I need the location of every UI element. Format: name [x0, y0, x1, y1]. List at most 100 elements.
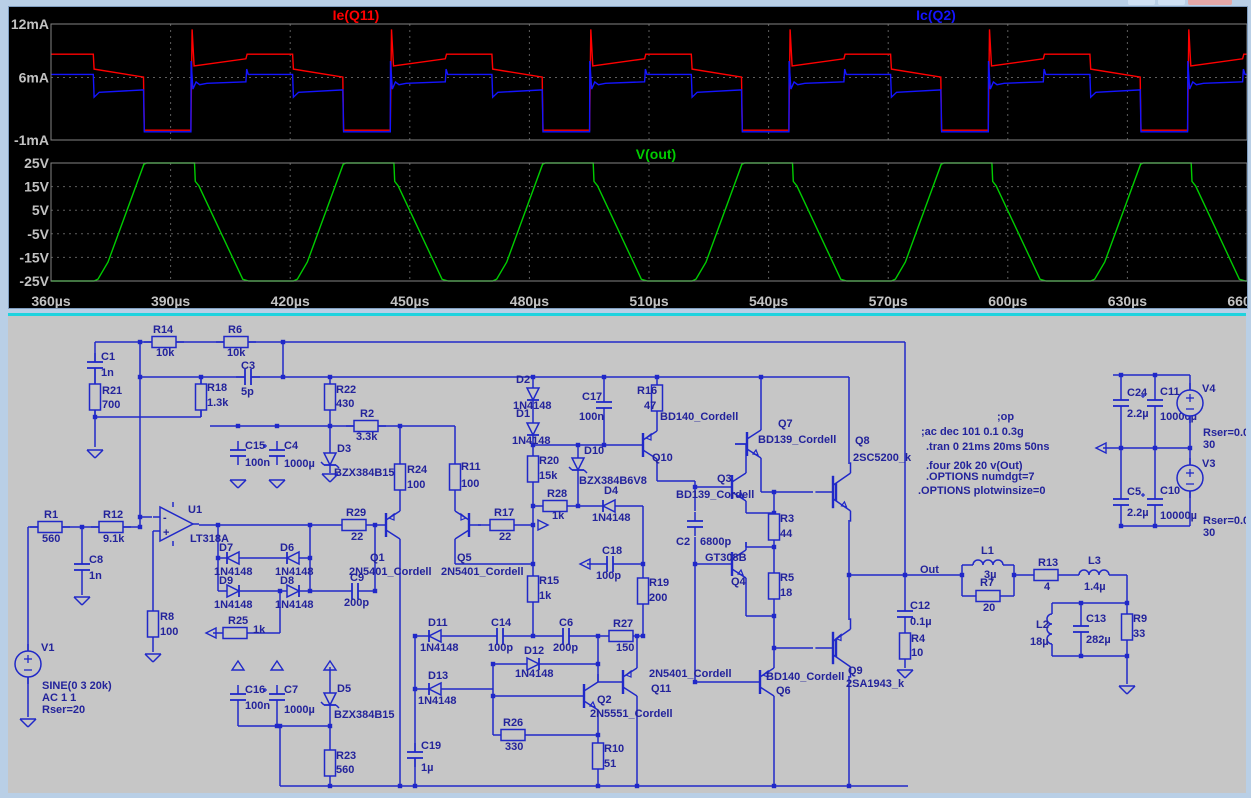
- component-R14[interactable]: R14 10k: [144, 324, 184, 359]
- component-R23[interactable]: R23560: [323, 743, 357, 783]
- schematic-text[interactable]: ;ac dec 101 0.1 0.3g: [921, 426, 1024, 438]
- component-ground-symbol[interactable]: [1118, 685, 1136, 695]
- component-R28[interactable]: R28 1k: [535, 488, 575, 522]
- waveform-plot[interactable]: 12mA 6mA -1mA Ie(Q11) Ic(Q2) 25V 15V 5V -5V -15V -…: [9, 7, 1251, 309]
- schematic-text[interactable]: AC 1 1: [42, 692, 76, 704]
- schematic-text[interactable]: ;op: [997, 411, 1014, 423]
- schematic-text[interactable]: SINE(0 3 20k): [42, 680, 112, 692]
- component-C16[interactable]: C16 100n: [229, 684, 270, 712]
- component-C19[interactable]: C19 1µ: [406, 740, 441, 774]
- schematic-text[interactable]: .OPTIONS numdgt=7: [926, 471, 1034, 483]
- component-D12[interactable]: D12 1N4148: [515, 645, 554, 680]
- component-port-arrow-icon[interactable]: [230, 659, 246, 671]
- schematic-text[interactable]: 30: [1203, 527, 1215, 539]
- component-C7[interactable]: C7 1000µ: [263, 684, 315, 716]
- component-D9[interactable]: D9 1N4148: [214, 575, 253, 611]
- component-R17[interactable]: R17 22: [482, 507, 522, 543]
- component-D1[interactable]: D1 1N4148: [512, 408, 551, 447]
- schematic-text[interactable]: Out: [920, 564, 939, 576]
- schematic-text[interactable]: .OPTIONS plotwinsize=0: [918, 485, 1045, 497]
- component-L3[interactable]: L3 1.4µ: [1073, 555, 1115, 593]
- waveform-window[interactable]: 12mA 6mA -1mA Ie(Q11) Ic(Q2) 25V 15V 5V -5V -15V -…: [8, 6, 1251, 309]
- component-C6[interactable]: C6 200p: [553, 617, 578, 654]
- component-D6[interactable]: D61N4148: [275, 542, 314, 578]
- component-D4[interactable]: D41N4148: [592, 485, 631, 524]
- component-Q4[interactable]: Q4 GT308B: [705, 542, 747, 588]
- component-C12[interactable]: C12 0.1µ: [896, 600, 932, 628]
- minimize-button[interactable]: [1128, 0, 1155, 5]
- component-R5[interactable]: R518: [767, 566, 795, 606]
- component-R8[interactable]: R8100: [146, 604, 179, 644]
- component-name: Q5: [457, 552, 472, 564]
- component-R9[interactable]: R933: [1120, 607, 1148, 647]
- component-D10[interactable]: D10 BZX384B6V8: [568, 445, 647, 487]
- component-R2[interactable]: R2 3.3k: [346, 408, 386, 443]
- component-port-arrow-icon[interactable]: [269, 659, 285, 671]
- component-R4[interactable]: R410: [898, 626, 926, 666]
- component-R25[interactable]: R25 1k: [215, 615, 266, 640]
- component-R26[interactable]: R26 330: [493, 717, 533, 753]
- schematic-text[interactable]: .tran 0 21ms 20ms 50ns: [926, 441, 1050, 453]
- component-value: 100: [160, 626, 178, 638]
- component-R19[interactable]: R19200: [636, 571, 670, 611]
- component-R20[interactable]: R2015k: [526, 449, 560, 489]
- component-L2[interactable]: L218µ: [1030, 608, 1053, 650]
- component-R24[interactable]: R24100: [393, 457, 429, 497]
- component-R1[interactable]: R1 560: [30, 509, 70, 545]
- component-C15[interactable]: C15 100n: [229, 440, 270, 469]
- component-name: R6: [228, 324, 242, 336]
- component-R16[interactable]: R1647: [637, 378, 664, 418]
- component-C1[interactable]: C11n: [86, 351, 115, 379]
- component-C17[interactable]: C17 100n: [579, 391, 613, 423]
- component-value: 10000µ: [1160, 510, 1197, 522]
- component-L1[interactable]: L13µ: [967, 545, 1009, 581]
- component-R13[interactable]: R13 4: [1026, 557, 1066, 593]
- component-ground-symbol[interactable]: [268, 479, 286, 489]
- component-C3[interactable]: C3 5p: [236, 360, 260, 398]
- component-C4[interactable]: C4 1000µ: [263, 440, 315, 470]
- component-R29[interactable]: R29 22: [334, 507, 374, 543]
- component-ground-symbol[interactable]: [229, 479, 247, 489]
- component-name: R13: [1038, 557, 1058, 569]
- component-C13[interactable]: C13 282µ: [1072, 613, 1111, 646]
- component-port-arrow-icon[interactable]: [537, 518, 550, 532]
- component-Q10[interactable]: Q10 BD140_Cordell: [631, 411, 738, 467]
- schematic-text[interactable]: Rser=20: [42, 704, 85, 716]
- schematic-text[interactable]: 30: [1203, 439, 1215, 451]
- component-ground-symbol[interactable]: [144, 653, 162, 663]
- schematic-window[interactable]: C1 1n R21 700 R14 10k R6 10k R18 1.3k C3 5p R22 430 R2…: [8, 313, 1251, 793]
- component-R27[interactable]: R27 150: [601, 618, 641, 654]
- component-C8[interactable]: C81n: [73, 554, 103, 582]
- component-Q8[interactable]: Q8 2SC5200_k: [815, 435, 912, 522]
- component-C5[interactable]: C5 2.2µ: [1112, 486, 1149, 519]
- component-name: D12: [524, 645, 544, 657]
- component-R6[interactable]: R6 10k: [216, 324, 256, 359]
- component-R22[interactable]: R22430: [323, 377, 357, 417]
- component-ground-symbol[interactable]: [19, 718, 37, 728]
- schematic-text[interactable]: Rser=0.05: [1203, 515, 1251, 527]
- component-C24[interactable]: C24 2.2µ: [1112, 387, 1149, 420]
- component-R15[interactable]: R151k: [526, 569, 560, 609]
- component-V3[interactable]: V3: [1176, 458, 1215, 498]
- component-ground-symbol[interactable]: [73, 596, 91, 606]
- schematic-text[interactable]: Rser=0.05: [1203, 427, 1251, 439]
- component-ground-symbol[interactable]: [896, 669, 914, 679]
- component-C18[interactable]: C18 100p: [596, 545, 622, 582]
- component-ground-symbol[interactable]: [86, 449, 104, 459]
- component-C14[interactable]: C14 100p: [488, 617, 513, 654]
- component-C2[interactable]: C2 6800p: [676, 512, 731, 548]
- component-R12[interactable]: R12 9.1k: [91, 509, 131, 545]
- component-R10[interactable]: R1051: [591, 736, 625, 776]
- component-V1[interactable]: V1: [14, 642, 54, 684]
- component-R21[interactable]: R21700: [88, 377, 123, 417]
- component-Q6[interactable]: Q6 BD140_Cordell: [748, 660, 844, 704]
- close-button[interactable]: [1188, 0, 1232, 5]
- maximize-button[interactable]: [1158, 0, 1185, 5]
- component-Q7[interactable]: Q7 BD139_Cordell: [735, 418, 836, 466]
- component-R18[interactable]: R18 1.3k: [194, 377, 230, 417]
- x-axis-label: 570µs: [869, 293, 908, 308]
- component-R7[interactable]: R7 20: [968, 577, 1008, 614]
- component-D5[interactable]: D5 BZX384B15: [320, 683, 395, 721]
- component-value: 1.3k: [207, 397, 229, 409]
- component-R11[interactable]: R11100: [448, 457, 481, 497]
